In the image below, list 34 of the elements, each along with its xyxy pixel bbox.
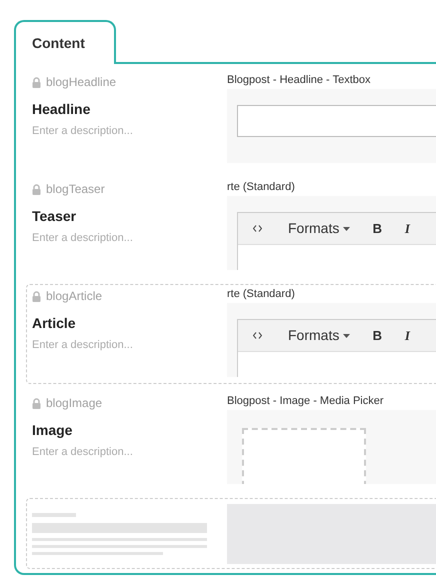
lock-icon (32, 184, 41, 194)
rich-text-editor[interactable]: Formats B I (237, 212, 436, 270)
description-field[interactable]: Enter a description... (32, 123, 202, 140)
property-alias: blogImage (46, 395, 102, 412)
caret-icon (343, 334, 350, 338)
code-icon (252, 332, 262, 339)
property-name: Image (32, 421, 72, 439)
description-field[interactable]: Enter a description... (32, 337, 202, 354)
lock-icon (32, 290, 41, 302)
property-name: Headline (32, 100, 90, 118)
property-name: Teaser (32, 207, 76, 225)
bold-button[interactable]: B (362, 320, 392, 350)
bold-button[interactable]: B (362, 214, 392, 244)
text-input[interactable] (237, 105, 436, 137)
rich-text-editor[interactable]: Formats B I (237, 319, 436, 377)
italic-button[interactable]: I (392, 214, 422, 244)
italic-button[interactable]: I (392, 320, 422, 350)
caret-icon (343, 226, 350, 230)
editor-name: Blogpost - Headline - Textbox (227, 73, 372, 88)
editor-name: Blogpost - Image - Media Picker (227, 394, 385, 409)
description-field[interactable]: Enter a description... (32, 230, 202, 246)
editor-name: rte (Standard) (227, 180, 296, 195)
description-field[interactable]: Enter a description... (32, 444, 202, 460)
media-drop-area[interactable] (242, 428, 366, 484)
property-name: Article (32, 314, 76, 332)
property-card[interactable]: blogArticle Article Enter a description... rte (Standard) Formats B I (26, 284, 436, 384)
property-alias: blogTeaser (46, 181, 105, 198)
lock-icon (32, 398, 41, 408)
lock-icon (32, 76, 41, 88)
content-tab[interactable]: Content (14, 20, 116, 64)
editor-name: rte (Standard) (227, 287, 296, 302)
property-alias: blogArticle (46, 288, 102, 305)
code-icon (252, 225, 262, 232)
property-alias: blogHeadline (46, 74, 116, 91)
